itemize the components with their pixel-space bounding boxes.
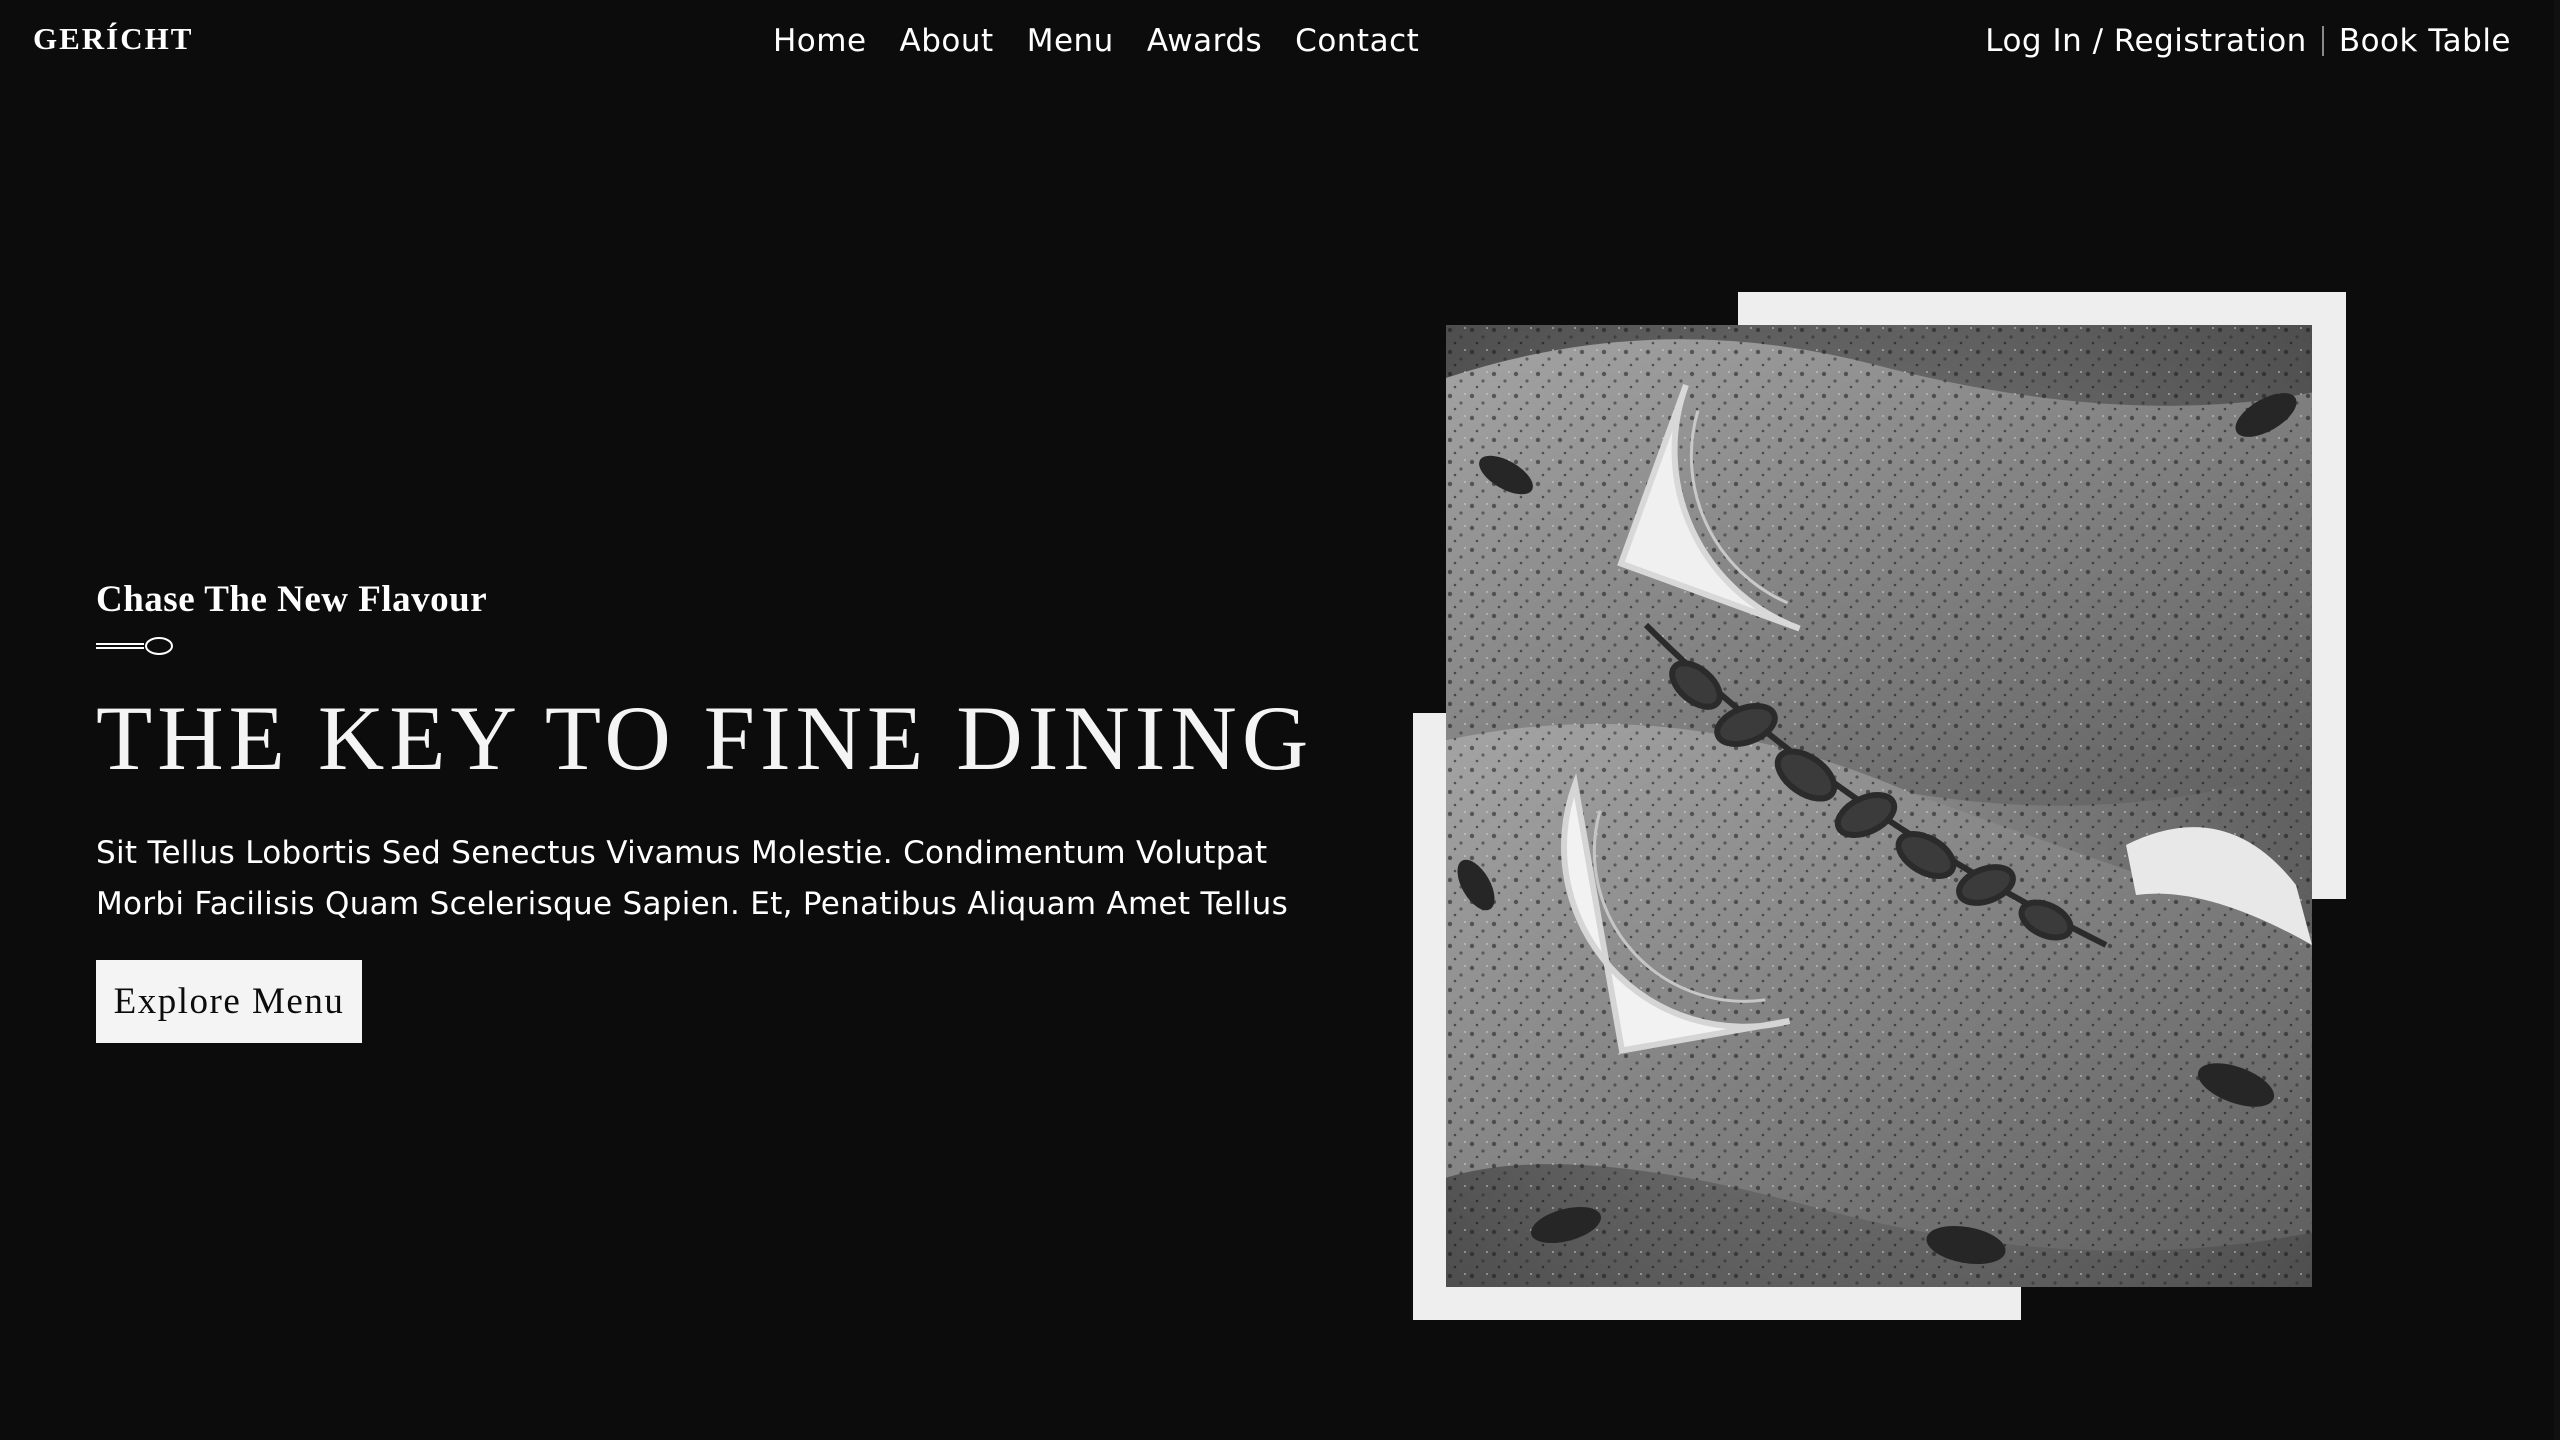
- brand-logo[interactable]: GERÍCHT: [33, 21, 193, 57]
- nav-link-awards[interactable]: Awards: [1147, 21, 1262, 61]
- nav-actions: Log In / Registration Book Table: [1985, 21, 2511, 61]
- book-table-link[interactable]: Book Table: [2339, 21, 2511, 61]
- nav-link-contact[interactable]: Contact: [1295, 21, 1419, 61]
- nav-links: Home About Menu Awards Contact: [773, 21, 1419, 61]
- login-link[interactable]: Log In / Registration: [1985, 21, 2307, 61]
- nav-link-menu[interactable]: Menu: [1027, 21, 1114, 61]
- hero-headline: THE KEY TO FINE DINING: [96, 687, 1314, 789]
- navbar: GERÍCHT Home About Menu Awards Contact L…: [0, 0, 2560, 84]
- spoon-icon: [96, 636, 176, 661]
- explore-menu-button[interactable]: Explore Menu: [96, 960, 362, 1043]
- nav-link-home[interactable]: Home: [773, 21, 867, 61]
- nav-divider: [2321, 26, 2324, 56]
- hero-food-image: [1446, 325, 2312, 1287]
- hero-description: Sit Tellus Lobortis Sed Senectus Vivamus…: [96, 835, 1289, 922]
- nav-link-about[interactable]: About: [900, 21, 994, 61]
- hero-subtitle: Chase The New Flavour: [96, 579, 488, 620]
- page-scrollbar[interactable]: [2554, 0, 2560, 1440]
